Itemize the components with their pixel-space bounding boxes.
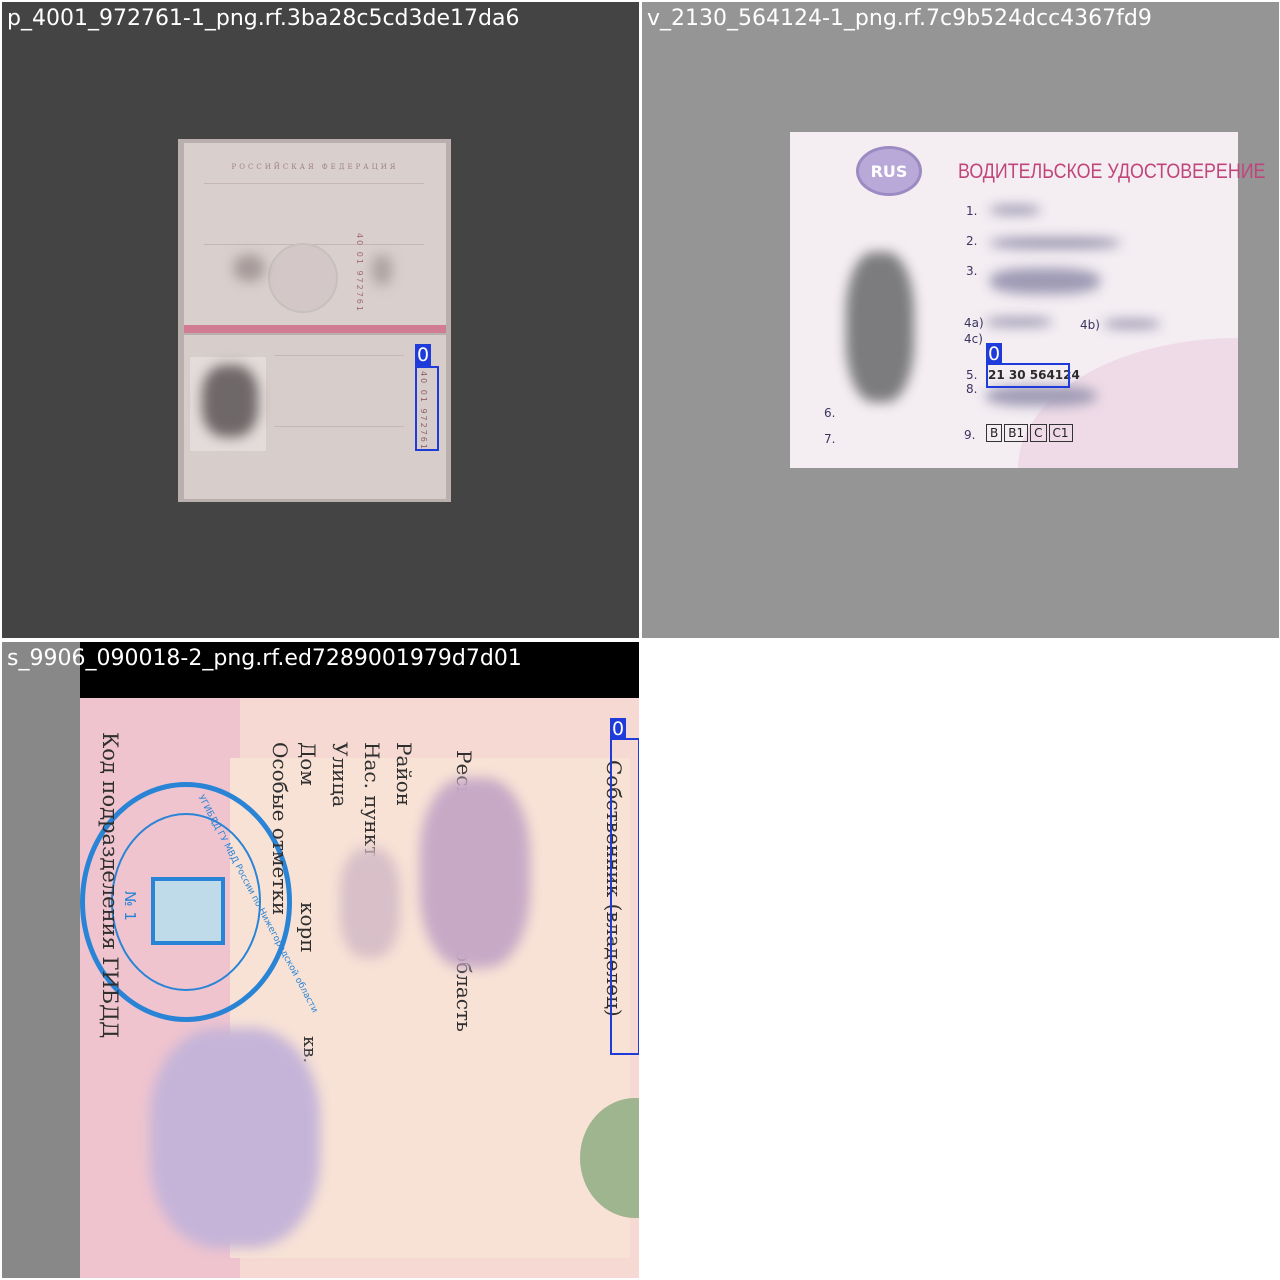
license-emblem: RUS	[856, 146, 922, 196]
registration-settlement-label: Нас. пункт	[360, 742, 384, 858]
detection-label: 0	[415, 344, 432, 366]
registration-notes-label: Особые отметки	[268, 742, 292, 916]
license-field-9: 9.	[964, 428, 976, 442]
license-photo-blur	[846, 252, 914, 402]
license-field-7: 7.	[824, 432, 836, 446]
license-category: C	[1030, 424, 1047, 442]
registration-stamp-number: № 1	[120, 891, 139, 921]
license-value-blur	[1104, 320, 1160, 328]
passport-photo-blur	[202, 365, 258, 437]
license-field-6: 6.	[824, 406, 836, 420]
license-category: B1	[1004, 424, 1029, 442]
detection-box	[610, 738, 639, 1055]
license-value-blur	[986, 318, 1052, 326]
detection-box	[415, 366, 439, 451]
passport-image: РОССИЙСКАЯ ФЕДЕРАЦИЯ 40 01 972761 40 01 …	[178, 139, 451, 502]
license-value-blur	[990, 206, 1040, 214]
registration-district-label: Район	[392, 742, 416, 807]
passport-country-header: РОССИЙСКАЯ ФЕДЕРАЦИЯ	[231, 163, 399, 171]
license-card: RUS ВОДИТЕЛЬСКОЕ УДОСТОВЕРЕНИЕ 1. 2. 3. …	[790, 132, 1265, 468]
license-field-3: 3.	[966, 264, 978, 278]
tile-title: p_4001_972761-1_png.rf.3ba28c5cd3de17da6	[7, 6, 520, 31]
passport-fold	[184, 325, 446, 333]
registration-value-blur	[420, 778, 530, 968]
registration-value-blur	[150, 1028, 320, 1248]
license-value-blur	[990, 238, 1120, 248]
tile-title: s_9906_090018-2_png.rf.ed7289001979d7d01	[7, 646, 522, 671]
license-categories: B B1 C C1	[986, 424, 1073, 442]
license-field-8: 8.	[966, 382, 978, 396]
detection-box	[986, 363, 1070, 388]
registration-street-label: Улица	[328, 742, 352, 808]
registration-value-blur	[340, 848, 400, 958]
license-field-1: 1.	[966, 204, 978, 218]
tile-vehicle-registration: s_9906_090018-2_png.rf.ed7289001979d7d01…	[2, 642, 639, 1278]
license-field-5: 5.	[966, 368, 978, 382]
detection-label: 0	[610, 718, 627, 740]
passport-signature-blur	[234, 255, 264, 281]
passport-lines	[204, 183, 424, 245]
tile-empty	[642, 642, 1279, 1278]
license-value-blur	[986, 386, 1096, 406]
registration-image: УГИБДД ГУ МВД России по Нижегородской об…	[80, 698, 639, 1278]
detection-label: 0	[986, 343, 1003, 365]
license-category: C1	[1048, 424, 1073, 442]
registration-emblem	[151, 877, 225, 945]
license-field-4b: 4b)	[1080, 318, 1100, 332]
license-field-4a: 4a)	[964, 316, 984, 330]
passport-top-page: РОССИЙСКАЯ ФЕДЕРАЦИЯ 40 01 972761	[184, 143, 446, 325]
tile-title: v_2130_564124-1_png.rf.7c9b524dcc4367fd9	[647, 6, 1152, 31]
license-emblem-text: RUS	[870, 161, 908, 181]
license-category: B	[986, 424, 1003, 442]
registration-building-label: корп	[296, 902, 320, 953]
license-field-2: 2.	[966, 234, 978, 248]
tile-passport: p_4001_972761-1_png.rf.3ba28c5cd3de17da6…	[2, 2, 639, 638]
passport-stamp	[268, 243, 338, 313]
passport-bottom-page: 40 01 972761	[184, 335, 446, 499]
license-value-blur	[990, 268, 1100, 294]
license-header: ВОДИТЕЛЬСКОЕ УДОСТОВЕРЕНИЕ	[958, 160, 1266, 183]
registration-house-label: Дом	[296, 742, 320, 786]
passport-photo-blur-small	[372, 255, 392, 285]
license-field-4c: 4c)	[964, 332, 983, 346]
passport-series-top: 40 01 972761	[355, 233, 364, 313]
tile-driver-license: v_2130_564124-1_png.rf.7c9b524dcc4367fd9…	[642, 2, 1279, 638]
passport-data-lines	[274, 355, 404, 427]
registration-department-label: Код подразделения ГИБДД	[98, 732, 122, 1039]
